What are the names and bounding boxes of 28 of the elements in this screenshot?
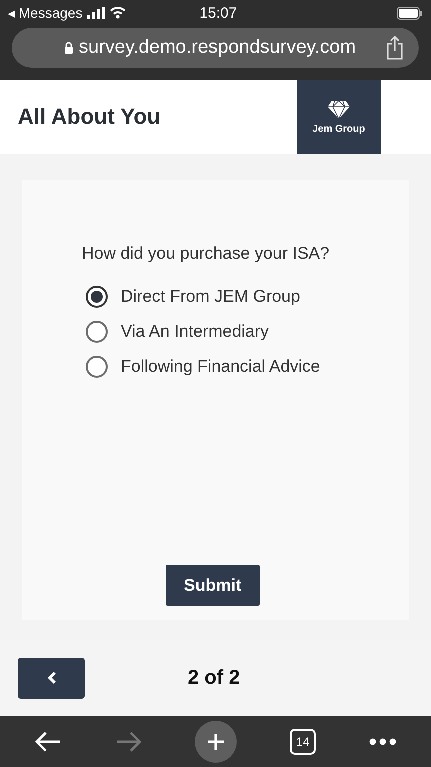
tabs-button[interactable]: 14 xyxy=(290,728,316,754)
plus-icon xyxy=(206,732,226,752)
logo-text: Jem Group xyxy=(312,124,366,134)
address-bar[interactable]: survey.demo.respondsurvey.com xyxy=(12,28,419,68)
option-label[interactable]: Via An Intermediary xyxy=(121,322,270,342)
new-tab-button[interactable] xyxy=(195,720,238,762)
lock-icon xyxy=(64,42,74,54)
url-text: survey.demo.respondsurvey.com xyxy=(79,37,358,59)
diamond-icon xyxy=(327,100,351,120)
submit-button[interactable]: Submit xyxy=(166,565,260,606)
more-icon[interactable] xyxy=(368,738,397,746)
option-label[interactable]: Direct From JEM Group xyxy=(121,287,300,307)
radio-button[interactable] xyxy=(86,356,108,378)
radio-button[interactable] xyxy=(86,321,108,343)
page-title: All About You xyxy=(18,104,162,130)
previous-button[interactable] xyxy=(18,658,85,698)
back-arrow-icon[interactable] xyxy=(34,730,62,754)
wifi-icon xyxy=(110,7,126,19)
chevron-left-icon xyxy=(46,671,56,685)
page-counter: 2 of 2 xyxy=(188,666,240,690)
battery-icon xyxy=(397,6,423,20)
clock-time: 15:07 xyxy=(200,4,238,22)
option-label[interactable]: Following Financial Advice xyxy=(121,357,320,377)
back-to-app-link[interactable]: ◂ Messages xyxy=(8,5,83,21)
share-icon[interactable] xyxy=(385,36,405,60)
signal-icon xyxy=(86,7,105,19)
radio-button[interactable] xyxy=(86,286,108,308)
question-text: How did you purchase your ISA? xyxy=(82,244,331,264)
